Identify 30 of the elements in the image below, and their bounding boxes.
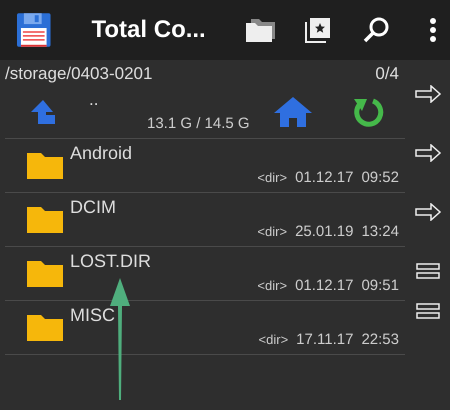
file-time: 22:53 (361, 331, 399, 348)
up-directory-icon[interactable] (29, 98, 57, 126)
file-date: 01.12.17 (295, 277, 354, 294)
storage-space: 13.1 G / 14.5 G (147, 114, 250, 132)
folder-name[interactable]: LOST.DIR (70, 251, 399, 272)
copy-arrow-icon[interactable] (412, 82, 442, 106)
file-type: <dir> (257, 224, 288, 239)
file-date: 01.12.17 (295, 169, 354, 186)
file-type: <dir> (258, 332, 288, 347)
file-type: <dir> (257, 170, 288, 185)
copy-arrow-icon[interactable] (412, 141, 442, 165)
folder-icon (25, 312, 65, 342)
folder-name[interactable]: DCIM (70, 197, 399, 218)
folder-icon (25, 258, 65, 288)
file-time: 09:51 (361, 277, 399, 294)
folder-name[interactable]: Android (70, 143, 399, 164)
copy-arrow-icon[interactable] (412, 200, 442, 224)
selection-count: 0/4 (375, 64, 399, 85)
home-icon[interactable] (273, 96, 313, 128)
file-date: 25.01.19 (295, 223, 354, 240)
file-time: 09:52 (361, 169, 399, 186)
folder-icon (25, 150, 65, 180)
file-type: <dir> (257, 278, 288, 293)
file-date: 17.11.17 (296, 331, 354, 348)
folder-name[interactable]: MISC (70, 305, 399, 326)
folder-icon (25, 204, 65, 234)
parent-directory[interactable]: .. (89, 90, 98, 110)
current-path: /storage/0403-0201 (5, 64, 152, 85)
file-time: 13:24 (361, 223, 399, 240)
app-title: Total Co... (92, 16, 207, 44)
